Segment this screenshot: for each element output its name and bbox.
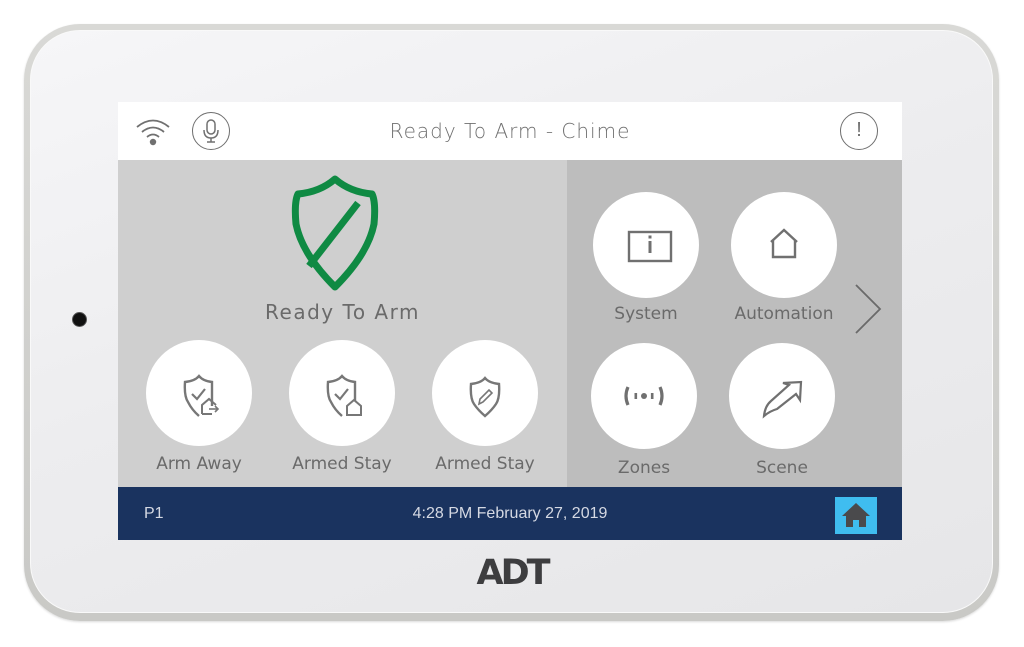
microphone-button[interactable] [192, 112, 230, 150]
shield-slash-icon [291, 175, 379, 291]
arm-away-button[interactable] [146, 340, 252, 446]
camera-icon [73, 313, 86, 326]
microphone-icon [203, 119, 219, 143]
shield-check-away-icon [183, 374, 220, 417]
scene-label: Scene [756, 458, 808, 478]
arm-away-label: Arm Away [156, 454, 242, 474]
shield-pencil-icon [469, 376, 501, 418]
status-title: Ready To Arm - Chime [389, 119, 631, 143]
armed-stay-label: Armed Stay [292, 454, 392, 474]
wifi-icon[interactable] [134, 116, 172, 146]
alert-icon: ! [856, 119, 862, 141]
status-bar: Ready To Arm - Chime ! [118, 102, 902, 160]
info-panel-icon [627, 230, 673, 263]
home-icon [842, 503, 870, 527]
brand-logo: ADT [476, 553, 550, 593]
zones-button[interactable] [591, 343, 697, 449]
shield-check-home-icon [326, 374, 362, 417]
house-outline-icon [770, 228, 798, 259]
automation-button[interactable] [731, 192, 837, 298]
sensor-signal-icon [624, 386, 664, 406]
touch-screen: Ready To Arm - Chime ! Ready To Arm Arm … [118, 102, 902, 540]
alert-button[interactable]: ! [840, 112, 878, 150]
scene-button[interactable] [729, 343, 835, 449]
menu-panel: System Automation Zones Scene [567, 160, 902, 487]
footer-bar: P1 4:28 PM February 27, 2019 [118, 487, 902, 540]
armed-stay-custom-label: Armed Stay [435, 454, 535, 474]
armed-stay-button[interactable] [289, 340, 395, 446]
arrow-up-right-icon [762, 380, 803, 419]
system-button[interactable] [593, 192, 699, 298]
zones-label: Zones [617, 458, 671, 478]
automation-label: Automation [734, 304, 834, 324]
armed-stay-custom-button[interactable] [432, 340, 538, 446]
datetime-display: 4:28 PM February 27, 2019 [412, 505, 608, 522]
system-label: System [614, 304, 678, 324]
chevron-right-icon[interactable] [853, 282, 883, 336]
home-button[interactable] [835, 497, 877, 534]
security-panel: Ready To Arm Arm Away Armed Stay Armed S… [118, 160, 567, 487]
ready-to-arm-label: Ready To Arm [265, 300, 420, 324]
